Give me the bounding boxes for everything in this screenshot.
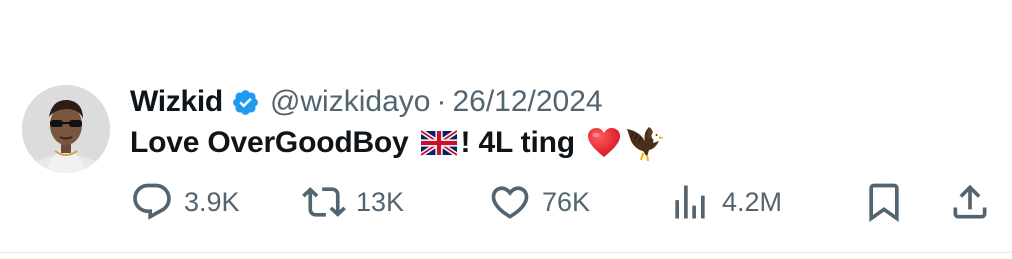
separator-dot: · [436, 85, 447, 118]
reply-button[interactable]: 3.9K [130, 180, 240, 224]
verified-badge-icon[interactable] [231, 88, 260, 117]
bottom-divider [0, 252, 1012, 253]
like-count: 76K [542, 186, 591, 217]
repost-count: 13K [356, 186, 405, 217]
bookmark-button[interactable] [862, 180, 906, 224]
share-button[interactable] [948, 180, 992, 224]
author-name[interactable]: Wizkid [130, 85, 223, 119]
tweet[interactable]: Wizkid @wizkidayo · 26/12/2024 Love Over… [0, 0, 1012, 259]
tweet-actions: 3.9K 13K 76K 4.2M [130, 180, 1000, 224]
author-handle[interactable]: @wizkidayo [270, 85, 431, 119]
bookmark-icon [869, 183, 899, 223]
tweet-text-after-flag: ! 4L ting [460, 126, 576, 159]
views-button[interactable]: 4.2M [668, 180, 782, 224]
tweet-header: Wizkid @wizkidayo · 26/12/2024 [130, 80, 603, 124]
tweet-text: Love OverGoodBoy ! 4L ting [130, 121, 667, 165]
repost-icon [302, 187, 346, 217]
avatar[interactable] [22, 85, 110, 173]
repost-button[interactable]: 13K [302, 180, 404, 224]
heart-icon [491, 186, 529, 219]
like-button[interactable]: 76K [488, 180, 590, 224]
reply-count: 3.9K [184, 186, 240, 217]
views-icon [675, 185, 705, 219]
share-icon [953, 184, 987, 219]
uk-flag-emoji-icon [419, 129, 458, 157]
eagle-emoji-icon [625, 123, 667, 163]
tweet-text-main: Love OverGoodBoy [130, 126, 409, 159]
reply-icon [133, 183, 171, 220]
views-count: 4.2M [722, 186, 783, 217]
tweet-date[interactable]: 26/12/2024 [452, 85, 602, 119]
red-heart-emoji-icon [587, 127, 621, 159]
